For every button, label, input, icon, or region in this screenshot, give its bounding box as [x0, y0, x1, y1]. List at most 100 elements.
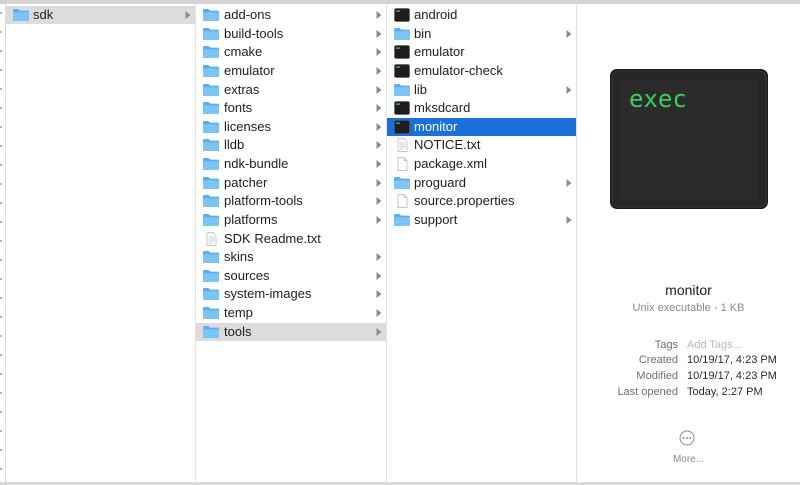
list-item-notice-txt[interactable]: NOTICE.txt: [387, 136, 576, 154]
folder-icon: [202, 157, 220, 171]
list-item-label: lib: [414, 81, 428, 97]
list-item-system-images[interactable]: system-images: [196, 285, 386, 303]
column-edge-tick: [0, 107, 2, 109]
list-item-cmake[interactable]: cmake: [196, 43, 386, 61]
more-label: More...: [672, 454, 705, 465]
folder-icon: [202, 83, 220, 97]
list-item-platforms[interactable]: platforms: [196, 211, 386, 229]
column-sdk-contents: add-ons build-tools cmake emulator extras fon…: [196, 4, 387, 482]
list-item-source-properties[interactable]: source.properties: [387, 192, 576, 210]
meta-key-last-opened: Last opened: [617, 386, 678, 398]
exec-file-icon: [393, 8, 411, 22]
chevron-right-icon: [376, 10, 382, 20]
exec-file-icon: [393, 64, 411, 78]
list-item-platform-tools[interactable]: platform-tools: [196, 192, 386, 210]
column-edge-tick: [0, 164, 2, 166]
folder-icon: [202, 27, 220, 41]
chevron-right-icon: [376, 289, 382, 299]
list-item-add-ons[interactable]: add-ons: [196, 6, 386, 24]
folder-icon: [12, 8, 30, 22]
list-item-lldb[interactable]: lldb: [196, 136, 386, 154]
list-item-android[interactable]: android: [387, 6, 576, 24]
column-edge-tick: [0, 88, 2, 90]
list-item-bin[interactable]: bin: [387, 25, 576, 43]
folder-icon: [202, 8, 220, 22]
column-edge-tick: [0, 183, 2, 185]
list-item-tools[interactable]: tools: [196, 322, 386, 341]
chevron-right-icon: [376, 29, 382, 39]
folder-icon: [202, 194, 220, 208]
list-item-emulator[interactable]: emulator: [387, 43, 576, 61]
exec-file-icon: [393, 45, 411, 60]
chevron-right-icon: [566, 215, 572, 225]
list-item-temp[interactable]: temp: [196, 304, 386, 322]
column-edge-tick: [0, 221, 2, 223]
list-item-emulator[interactable]: emulator: [196, 62, 386, 80]
chevron-right-icon: [566, 178, 572, 188]
list-item-monitor[interactable]: monitor: [387, 117, 576, 136]
folder-icon: [202, 101, 220, 115]
list-item-ndk-bundle[interactable]: ndk-bundle: [196, 155, 386, 173]
column-edge-tick: [0, 430, 2, 432]
folder-icon: [202, 269, 220, 283]
list-item-label: platform-tools: [224, 193, 303, 209]
list-item-mksdcard[interactable]: mksdcard: [387, 99, 576, 117]
list-item-label: emulator-check: [414, 62, 503, 78]
column-edge-tick: [0, 392, 2, 394]
chevron-right-icon: [376, 47, 382, 57]
meta-value-created: 10/19/17, 4:23 PM: [687, 354, 777, 366]
list-item-build-tools[interactable]: build-tools: [196, 25, 386, 43]
folder-icon: [202, 213, 220, 227]
chevron-right-icon: [376, 159, 382, 169]
list-item-label: extras: [224, 81, 260, 97]
folder-icon: [393, 83, 411, 97]
list-item-support[interactable]: support: [387, 211, 576, 229]
add-tags-field[interactable]: Add Tags...: [687, 339, 742, 351]
chevron-right-icon: [376, 215, 382, 225]
more-button[interactable]: [672, 429, 702, 455]
list-item-package-xml[interactable]: package.xml: [387, 155, 576, 173]
list-item-label: sdk: [33, 7, 54, 22]
list-item-label: emulator: [414, 44, 465, 60]
list-item-label: NOTICE.txt: [414, 137, 481, 153]
list-item-label: SDK Readme.txt: [224, 230, 321, 246]
list-item-fonts[interactable]: fonts: [196, 99, 386, 117]
list-item-sources[interactable]: sources: [196, 267, 386, 285]
folder-icon: [202, 138, 220, 152]
column-edge-tick: [0, 31, 2, 33]
list-item-proguard[interactable]: proguard: [387, 174, 576, 192]
list-item-licenses[interactable]: licenses: [196, 118, 386, 136]
exec-file-icon: [393, 101, 411, 115]
column-edge-tick: [0, 354, 2, 356]
meta-key-tags: Tags: [654, 339, 678, 351]
column-edge-tick: [0, 373, 2, 375]
list-item-sdk-readme-txt[interactable]: SDK Readme.txt: [196, 230, 386, 248]
list-item-label: proguard: [414, 174, 467, 190]
meta-value-modified: 10/19/17, 4:23 PM: [687, 370, 777, 382]
document-icon: [393, 157, 411, 171]
column-edge-tick: [0, 297, 2, 299]
list-item-skins[interactable]: skins: [196, 248, 386, 266]
exec-icon-text: exec: [629, 85, 687, 113]
folder-icon: [202, 176, 220, 190]
folder-icon: [202, 64, 220, 78]
list-item-emulator-check[interactable]: emulator-check: [387, 62, 576, 80]
column-edge-tick: [0, 12, 2, 14]
folder-icon: [202, 287, 220, 301]
list-item-label: sources: [224, 267, 270, 283]
list-item-extras[interactable]: extras: [196, 81, 386, 99]
exec-file-large-icon: exec: [609, 68, 769, 210]
list-item-label: package.xml: [414, 156, 487, 172]
column-edge-tick: [0, 335, 2, 337]
list-item-sdk[interactable]: sdk: [6, 6, 195, 24]
list-item-label: emulator: [224, 62, 275, 78]
chevron-right-icon: [376, 66, 382, 76]
meta-key-created: Created: [638, 354, 678, 366]
list-item-label: patcher: [224, 174, 268, 190]
list-item-patcher[interactable]: patcher: [196, 174, 386, 192]
column-edge-tick: [0, 316, 2, 318]
list-item-label: support: [414, 211, 458, 227]
list-item-lib[interactable]: lib: [387, 81, 576, 99]
list-item-label: monitor: [414, 118, 458, 134]
chevron-right-icon: [376, 140, 382, 150]
